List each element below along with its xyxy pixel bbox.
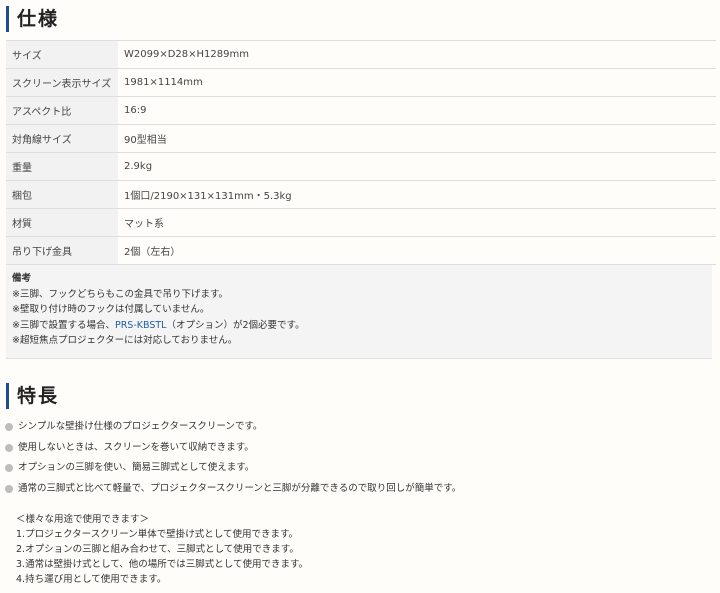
spec-label: 材質 [6,208,118,237]
spec-value: 16:9 [118,96,716,125]
feature-text: 使用しないときは、スクリーンを巻いて収納できます。 [18,441,254,453]
note-line: ※三脚で設置する場合、PRS-KBSTL（オプション）が2個必要です。 [12,318,712,334]
notes-title: 備考 [12,273,32,284]
note-line: ※壁取り付け時のフックは付属していません。 [12,304,210,315]
table-row: サイズ W2099×D28×H1289mm [6,40,716,69]
spec-table: サイズ W2099×D28×H1289mm スクリーン表示サイズ 1981×11… [6,40,716,265]
note-line: ※三脚、フックどちらもこの金具で吊り下げます。 [12,288,229,300]
spec-value: 90型相当 [118,124,716,153]
list-item: シンプルな壁掛け仕様のプロジェクタースクリーンです。 [5,417,461,438]
list-item: 通常の三脚式と比べて軽量で、プロジェクタースクリーンと三脚が分離できるので取り回… [5,479,461,500]
usage-item: 2.オプションの三脚と組み合わせて、三脚式として使用できます。 [16,544,299,555]
table-row: 梱包 1個口/2190×131×131mm・5.3kg [6,180,716,209]
features-heading: 特長 [6,383,59,409]
feature-text: 通常の三脚式と比べて軽量で、プロジェクタースクリーンと三脚が分離できるので取り回… [18,482,462,494]
usage-item: 1.プロジェクタースクリーン単体で壁掛け式として使用できます。 [16,529,298,540]
usage-title: ＜様々な用途で使用できます＞ [16,514,150,525]
spec-heading: 仕様 [6,6,59,32]
usage-item: 4.持ち運び用として使用できます。 [16,574,167,585]
table-row: スクリーン表示サイズ 1981×1114mm [6,68,716,97]
list-item: 使用しないときは、スクリーンを巻いて収納できます。 [5,438,461,459]
spec-label: サイズ [6,40,118,69]
notes-box: 備考 ※三脚、フックどちらもこの金具で吊り下げます。 ※壁取り付け時のフックは付… [6,265,712,359]
bullet-icon [5,443,13,452]
spec-value: W2099×D28×H1289mm [118,40,716,69]
spec-label: スクリーン表示サイズ [6,68,118,97]
table-row: アスペクト比 16:9 [6,96,716,125]
list-item: オプションの三脚を使い、簡易三脚式として使えます。 [5,458,461,479]
table-row: 対角線サイズ 90型相当 [6,124,716,153]
spec-label: アスペクト比 [6,96,118,125]
spec-label: 対角線サイズ [6,124,118,153]
bullet-icon [5,484,13,493]
spec-value: マット系 [118,208,716,237]
spec-label: 重量 [6,152,118,181]
note-line: ※超短焦点プロジェクターには対応しておりません。 [12,335,238,346]
usage-item: 3.通常は壁掛け式として、他の場所では三脚式として使用できます。 [16,559,309,570]
table-row: 重量 2.9kg [6,152,716,181]
spec-label: 梱包 [6,180,118,209]
spec-value: 2個（左右） [118,236,716,265]
spec-label: 吊り下げ金具 [6,236,118,265]
note-text: ※三脚で設置する場合、 [12,319,115,331]
feature-text: オプションの三脚を使い、簡易三脚式として使えます。 [18,462,255,474]
usage-block: ＜様々な用途で使用できます＞ 1.プロジェクタースクリーン単体で壁掛け式として使… [16,512,308,587]
feature-list: シンプルな壁掛け仕様のプロジェクタースクリーンです。 使用しないときは、スクリー… [5,417,461,499]
table-row: 材質 マット系 [6,208,716,237]
spec-value: 1981×1114mm [118,68,716,97]
spec-value: 2.9kg [118,152,716,181]
bullet-icon [5,423,13,432]
feature-text: シンプルな壁掛け仕様のプロジェクタースクリーンです。 [18,421,263,433]
prs-kbstl-link[interactable]: PRS-KBSTL [115,320,167,331]
table-row: 吊り下げ金具 2個（左右） [6,236,716,265]
bullet-icon [5,464,13,473]
spec-value: 1個口/2190×131×131mm・5.3kg [118,180,716,209]
note-text: （オプション）が2個必要です。 [166,319,305,331]
